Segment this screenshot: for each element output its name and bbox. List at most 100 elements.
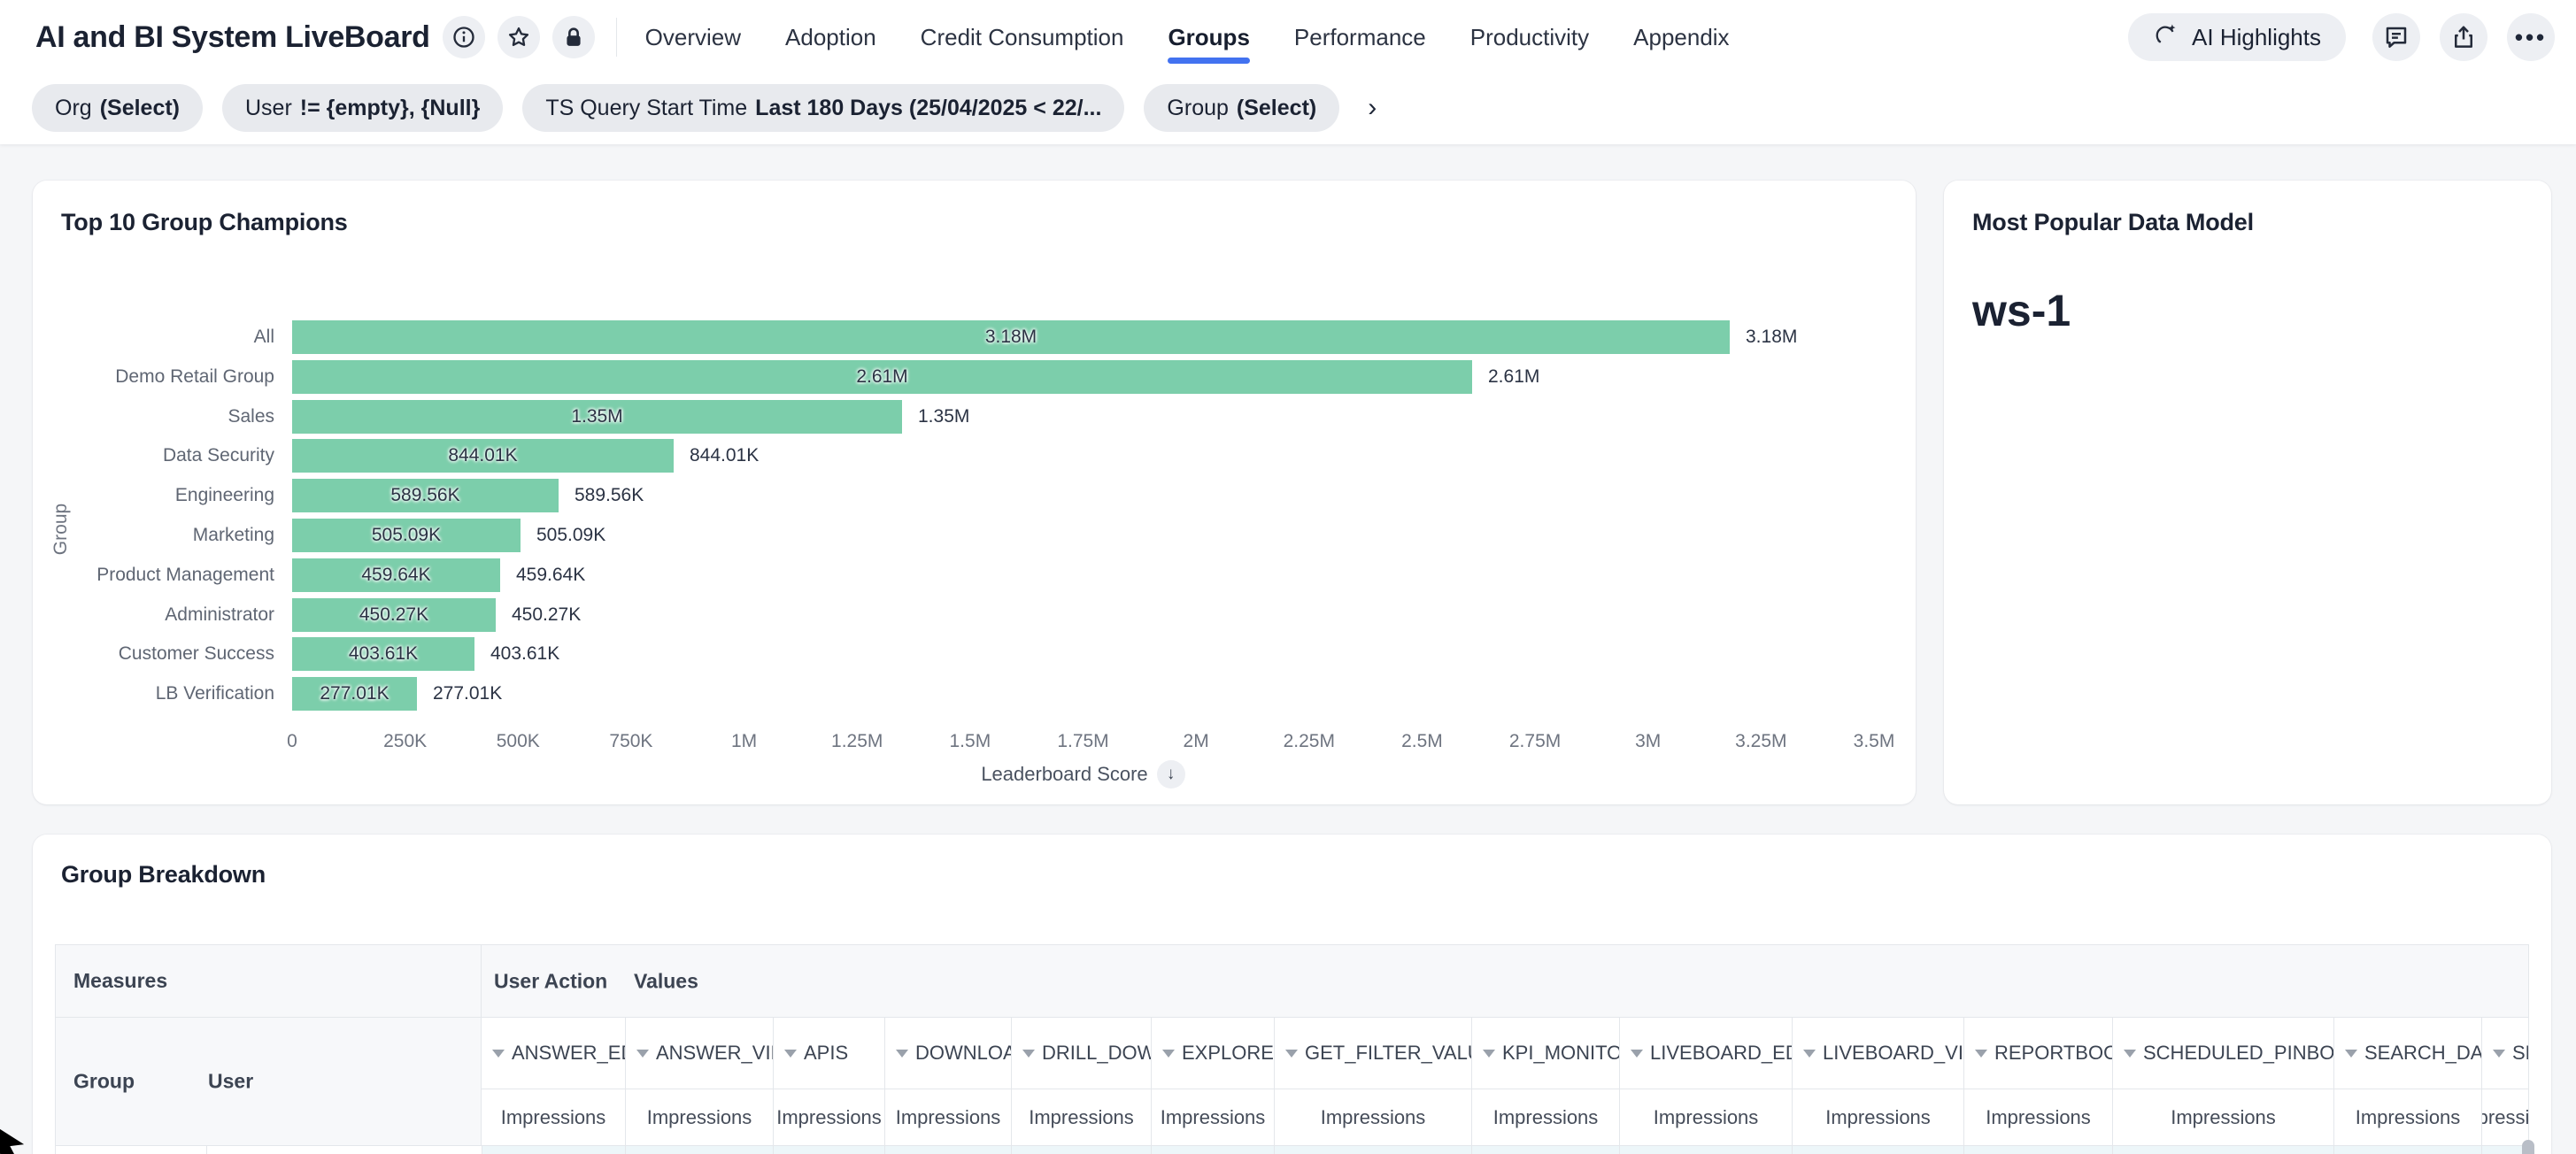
bar-data-security[interactable] [292,439,674,473]
table-scrollbar-thumb[interactable] [2522,1140,2534,1154]
value-cell[interactable] [1011,1146,1151,1154]
tab-appendix[interactable]: Appendix [1633,0,1729,74]
category-label: Data Security [33,439,274,473]
category-label: All [33,320,274,354]
bar-lb-verification[interactable] [292,677,417,711]
tab-label: Productivity [1470,24,1589,51]
tab-productivity[interactable]: Productivity [1470,0,1589,74]
bar-marketing[interactable] [292,519,521,552]
column-header-liveboard-edit[interactable]: LIVEBOARD_EDIT [1620,1018,1792,1089]
bar-engineering[interactable] [292,479,559,512]
column-header-kpi-monitor[interactable]: KPI_MONITOR [1472,1018,1619,1089]
user-cell[interactable] [206,1146,482,1154]
measure-subheader-cell: Impressions [1275,1089,1471,1145]
value-cell[interactable] [773,1146,884,1154]
category-label: Marketing [33,519,274,552]
bar-product-management[interactable] [292,558,500,592]
measure-subheader-cell: Impressions [1620,1089,1792,1145]
x-axis-tick: 2.75M [1482,731,1588,752]
column-explore: EXPLOREImpressions [1151,1018,1274,1145]
bar-value-label-outside: 844.01K [690,439,759,473]
column-header-get-filter-values[interactable]: GET_FILTER_VALUES [1275,1018,1471,1089]
value-cell[interactable] [1792,1146,1963,1154]
bar-demo-retail-group[interactable] [292,360,1472,394]
column-header-answer-edit[interactable]: ANSWER_EDIT [482,1018,625,1089]
column-header-answer-view[interactable]: ANSWER_VIEW [626,1018,773,1089]
column-answer-edit: ANSWER_EDITImpressions [482,1018,625,1145]
pivot-table: MeasuresUser ActionValuesGroupUserANSWER… [55,944,2529,1154]
lock-button[interactable] [552,16,595,58]
filter-caret-icon [1022,1050,1035,1058]
x-axis-tick: 3.5M [1821,731,1927,752]
bar-administrator[interactable] [292,598,496,632]
value-cell[interactable] [1151,1146,1274,1154]
more-filters-chevron-icon[interactable]: › [1359,93,1385,123]
column-header-label: SPO [2512,1042,2529,1065]
tab-label: Credit Consumption [921,24,1124,51]
column-header-label: KPI_MONITOR [1502,1042,1619,1065]
measure-subheader-cell: Impressions [774,1089,884,1145]
more-options-button[interactable]: ••• [2507,13,2555,61]
star-icon [506,25,531,50]
value-cell[interactable] [1274,1146,1471,1154]
value-cell[interactable] [482,1146,625,1154]
filter-chip-org[interactable]: Org(Select) [32,84,203,132]
kpi-card: Most Popular Data Model ws-1 [1944,181,2551,804]
filter-chip-name: User [245,96,292,121]
bar-all[interactable] [292,320,1730,354]
filter-caret-icon [492,1050,505,1058]
tab-adoption[interactable]: Adoption [785,0,876,74]
value-cell[interactable] [625,1146,773,1154]
tab-bar: Overview Adoption Credit Consumption Groups… [645,0,1730,74]
value-cell[interactable] [2112,1146,2333,1154]
filter-caret-icon [1631,1050,1643,1058]
x-axis-tick: 2.25M [1256,731,1362,752]
column-header-drill-down[interactable]: DRILL_DOWN [1012,1018,1151,1089]
header-actions: ••• [2372,13,2555,61]
ai-highlights-button[interactable]: AI Highlights [2128,13,2346,61]
column-header-explore[interactable]: EXPLORE [1152,1018,1274,1089]
comments-button[interactable] [2372,13,2420,61]
category-label: Demo Retail Group [33,360,274,394]
group-cell[interactable] [56,1146,206,1154]
filter-chip-name: Org [55,96,92,121]
column-header-download[interactable]: DOWNLOAD [885,1018,1011,1089]
tab-groups[interactable]: Groups [1168,0,1249,74]
bar-sales[interactable] [292,400,902,434]
category-label: Product Management [33,558,274,592]
share-button[interactable] [2440,13,2487,61]
bar-customer-success[interactable] [292,637,474,671]
column-header-spo[interactable]: SPO [2482,1018,2529,1089]
filter-caret-icon [1285,1050,1298,1058]
filter-caret-icon [784,1050,797,1058]
value-cell[interactable] [2333,1146,2481,1154]
filter-chip-group[interactable]: Group(Select) [1144,84,1339,132]
column-header-scheduled-pinboards[interactable]: SCHEDULED_PINBOARDS [2113,1018,2333,1089]
value-cell[interactable] [1619,1146,1792,1154]
filter-chip-ts-query-start-time[interactable]: TS Query Start TimeLast 180 Days (25/04/… [522,84,1124,132]
column-header-apis[interactable]: APIS [774,1018,884,1089]
column-header-label: ANSWER_EDIT [512,1042,625,1065]
column-header-reportbook[interactable]: REPORTBOOK [1964,1018,2112,1089]
sort-descending-icon[interactable]: ↓ [1157,760,1185,789]
info-button[interactable] [443,16,485,58]
pivot-column-header-row: GroupUserANSWER_EDITImpressionsANSWER_VI… [56,1018,2528,1145]
value-cell[interactable] [1471,1146,1619,1154]
filter-chip-user[interactable]: User!= {empty}, {Null} [222,84,503,132]
tab-performance[interactable]: Performance [1294,0,1426,74]
values-label: Values [634,969,698,993]
value-cell[interactable] [884,1146,1011,1154]
filter-caret-icon [1975,1050,1987,1058]
tab-overview[interactable]: Overview [645,0,741,74]
tab-credit-consumption[interactable]: Credit Consumption [921,0,1124,74]
filter-caret-icon [2124,1050,2136,1058]
tab-label: Performance [1294,24,1426,51]
x-axis-tick: 2.5M [1369,731,1475,752]
measure-subheader-cell: Impressions [626,1089,773,1145]
favorite-button[interactable] [497,16,540,58]
value-cell[interactable] [1963,1146,2112,1154]
column-header-search-data[interactable]: SEARCH_DATA [2334,1018,2481,1089]
column-header-label: DOWNLOAD [915,1042,1011,1065]
column-header-liveboard-view[interactable]: LIVEBOARD_VIEW [1793,1018,1963,1089]
x-axis-tick: 2M [1143,731,1249,752]
